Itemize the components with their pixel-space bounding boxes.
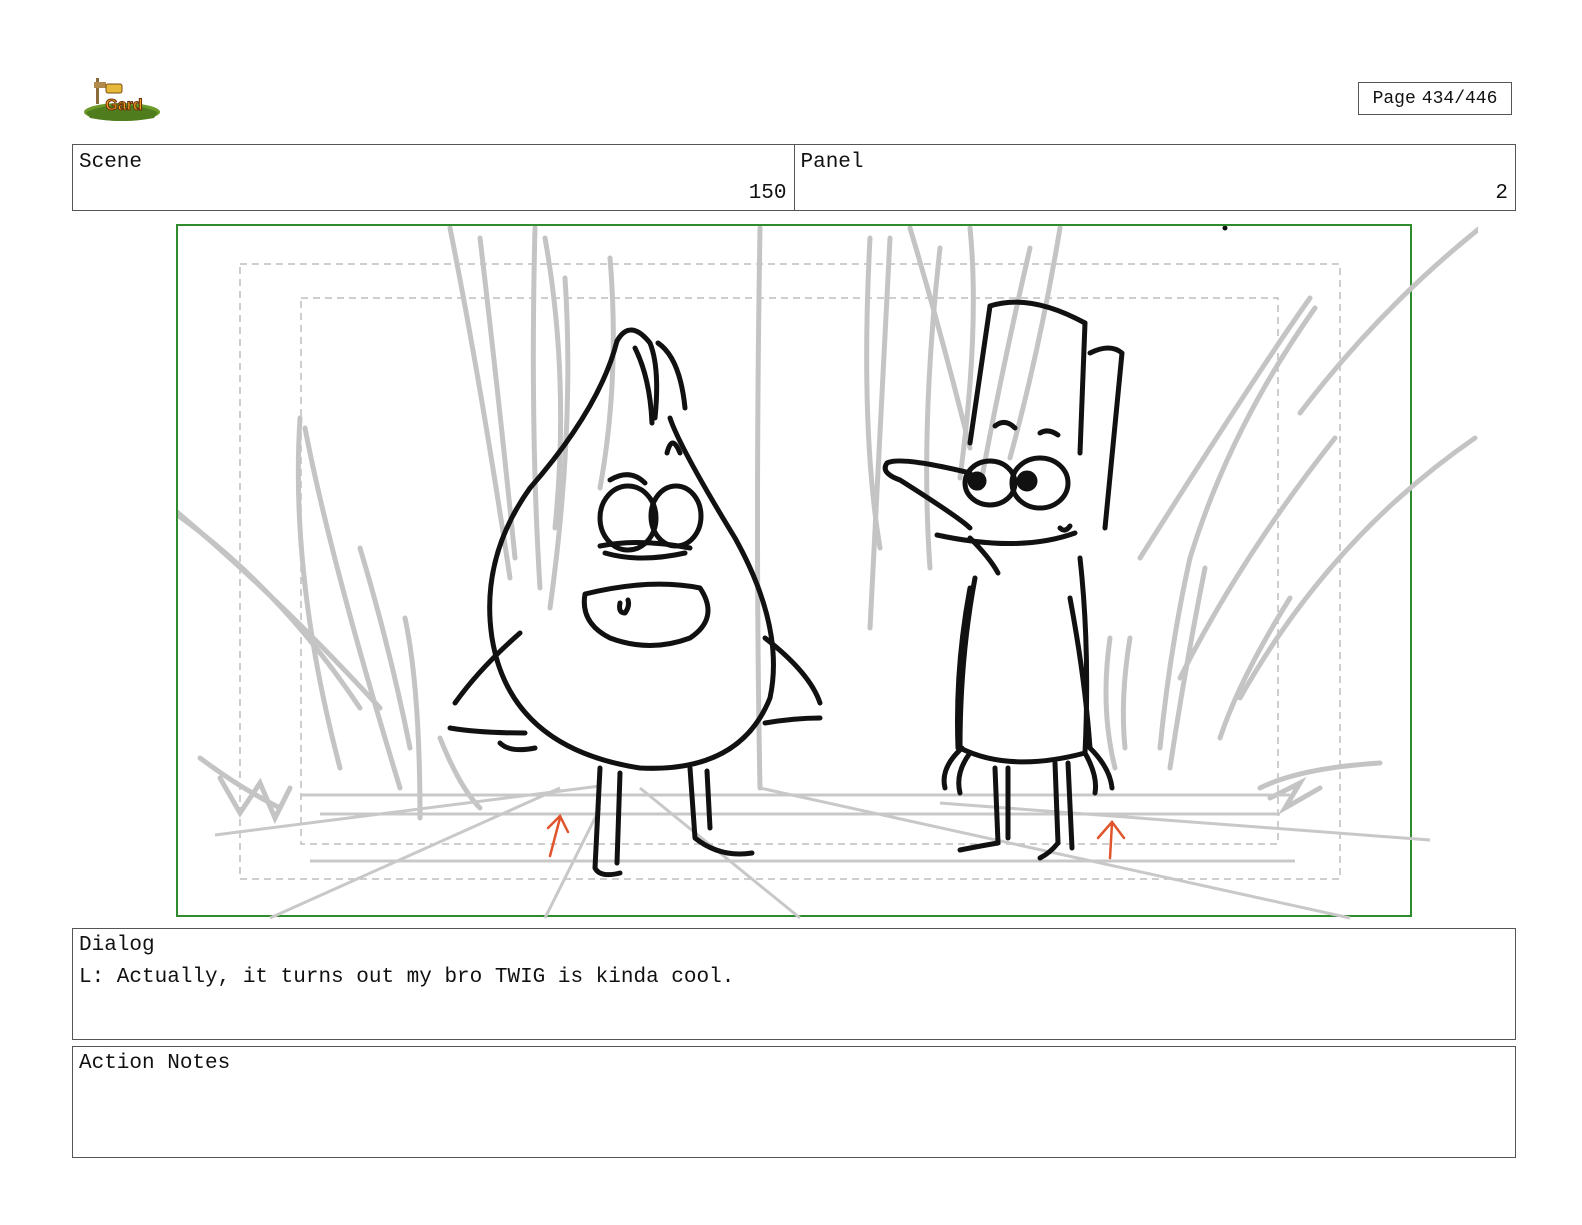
scene-label: Scene bbox=[79, 151, 143, 174]
grass-sketch bbox=[178, 226, 1478, 824]
svg-text:Gard: Gard bbox=[105, 97, 142, 114]
page-number: 434/446 bbox=[1421, 88, 1498, 109]
action-notes-box: Action Notes bbox=[72, 1046, 1516, 1158]
panel-label: Panel bbox=[800, 151, 864, 174]
character-drop bbox=[447, 327, 823, 878]
page-counter: Page 434/446 bbox=[1358, 82, 1512, 115]
show-logo: Gard bbox=[82, 72, 162, 122]
dialog-label: Dialog bbox=[79, 934, 155, 957]
title-safe-guide bbox=[300, 297, 1279, 845]
scene-number: 150 bbox=[748, 182, 787, 205]
dialog-box: Dialog L: Actually, it turns out my bro … bbox=[72, 928, 1516, 1040]
logo-icon: Gard bbox=[84, 78, 160, 121]
panel-cell: Panel 2 bbox=[793, 145, 1516, 210]
arrow-markers bbox=[546, 813, 1126, 860]
storyboard-panel-frame bbox=[176, 224, 1478, 920]
dialog-text: L: Actually, it turns out my bro TWIG is… bbox=[79, 966, 735, 989]
scene-cell: Scene 150 bbox=[73, 145, 794, 210]
action-notes-label: Action Notes bbox=[79, 1052, 231, 1075]
action-safe-guide bbox=[239, 263, 1341, 880]
ground-lines bbox=[214, 784, 1431, 920]
storyboard-drawing bbox=[178, 226, 1478, 920]
panel-number: 2 bbox=[1495, 182, 1508, 205]
scene-panel-header: Scene 150 Panel 2 bbox=[72, 144, 1516, 211]
page-label: Page bbox=[1372, 88, 1416, 109]
